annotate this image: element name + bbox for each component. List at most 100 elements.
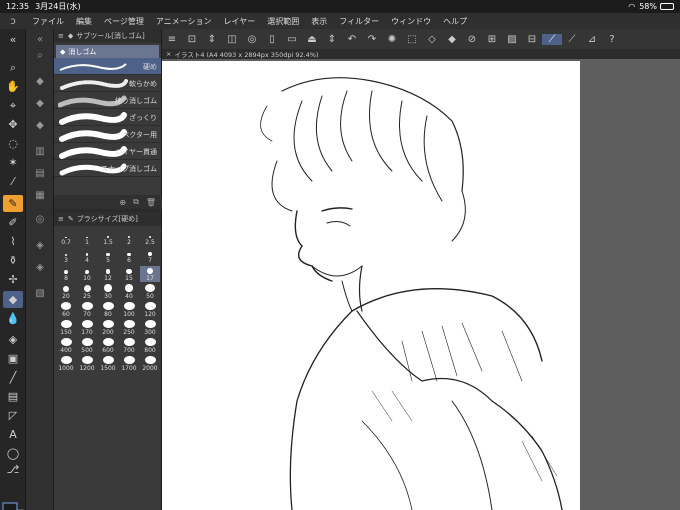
stepper-icon-2[interactable]: ⇕	[322, 34, 342, 45]
menu-window[interactable]: ウィンドウ	[385, 16, 437, 27]
drawing-canvas[interactable]	[162, 61, 580, 510]
correction-icon[interactable]: ⎇	[3, 461, 23, 478]
select-layer-icon[interactable]: ⌖	[3, 97, 23, 114]
menu-layer[interactable]: レイヤー	[218, 16, 262, 27]
brush-size-cell[interactable]: 12	[98, 266, 118, 282]
brush-size-cell[interactable]: 10	[77, 266, 97, 282]
menu-selection[interactable]: 選択範囲	[261, 16, 305, 27]
navigator-icon[interactable]: ▥	[31, 143, 49, 159]
new-file-icon[interactable]: ▯	[262, 34, 282, 45]
zoom-icon[interactable]: ⌕	[3, 59, 23, 76]
stepper-icon[interactable]: ⇕	[202, 34, 222, 45]
subtool-icon-2[interactable]: ◆	[31, 95, 49, 111]
brush-item-soft[interactable]: 軟らかめ	[54, 75, 161, 92]
canvas-workspace[interactable]	[162, 59, 680, 510]
brush-item-rough[interactable]: ざっくり	[54, 109, 161, 126]
brush-icon[interactable]: ⌇	[3, 233, 23, 250]
open-folder-icon[interactable]: ▭	[282, 34, 302, 45]
move-icon[interactable]: ✥	[3, 116, 23, 133]
menu-view[interactable]: 表示	[305, 16, 333, 27]
brush-item-kneaded[interactable]: 練り消しゴム	[54, 92, 161, 109]
brush-size-cell[interactable]: 300	[140, 320, 160, 336]
pressure-icon[interactable]: ⟋	[562, 34, 582, 45]
brush-size-cell[interactable]: 250	[119, 320, 139, 336]
brush-size-cell[interactable]: 700	[119, 338, 139, 354]
help-icon[interactable]: ?	[602, 34, 622, 45]
brush-size-cell[interactable]: 0.7	[56, 230, 76, 246]
invert-selection-icon[interactable]: ▨	[502, 34, 522, 45]
decoration-icon[interactable]: ✢	[3, 271, 23, 288]
brush-size-cell[interactable]: 1.5	[98, 230, 118, 246]
figure-icon[interactable]: ╱	[3, 369, 23, 386]
undo-icon[interactable]: ↶	[342, 34, 362, 45]
brush-size-cell[interactable]: 60	[56, 302, 76, 318]
brush-item-through-layers[interactable]: レイヤー貫通	[54, 143, 161, 160]
eyedropper-icon[interactable]: ⁄	[3, 173, 23, 190]
brush-size-cell[interactable]: 1700	[119, 356, 139, 372]
deselect-icon[interactable]: ⊘	[462, 34, 482, 45]
panel-menu-icon[interactable]: ≡	[58, 215, 64, 223]
snap-icon[interactable]: ⊿	[582, 34, 602, 45]
brush-size-cell[interactable]: 3	[56, 248, 76, 264]
panel-menu-icon[interactable]: ≡	[58, 32, 64, 40]
hand-icon[interactable]: ✋	[3, 78, 23, 95]
brush-size-cell[interactable]: 2.5	[140, 230, 160, 246]
balloon-icon[interactable]: ◯	[3, 445, 23, 462]
brush-size-cell[interactable]: 5	[98, 248, 118, 264]
airbrush-icon[interactable]: ⚱	[3, 252, 23, 269]
brush-size-cell[interactable]: 80	[98, 302, 118, 318]
brush-size-cell[interactable]: 100	[119, 302, 139, 318]
magic-wand-icon[interactable]: ✶	[3, 154, 23, 171]
brush-size-cell[interactable]: 7	[140, 248, 160, 264]
collapse-icon[interactable]: «	[3, 31, 23, 48]
menu-animation[interactable]: アニメーション	[150, 16, 218, 27]
brush-item-vector[interactable]: ベクター用	[54, 126, 161, 143]
clip-studio-logo-icon[interactable]: ↄ	[0, 16, 26, 27]
brush-size-cell[interactable]: 40	[119, 284, 139, 300]
fill-icon[interactable]: ◈	[3, 331, 23, 348]
subtool-icon[interactable]: ◆	[31, 73, 49, 89]
brush-size-cell[interactable]: 500	[77, 338, 97, 354]
brush-size-cell[interactable]: 8	[56, 266, 76, 282]
brush-size-cell[interactable]: 4	[77, 248, 97, 264]
menu-edit[interactable]: 編集	[70, 16, 98, 27]
cloud-icon[interactable]: ◎	[242, 34, 262, 45]
blend-icon[interactable]: 💧	[3, 310, 23, 327]
collapse-panel-icon[interactable]: «	[31, 31, 49, 47]
menu-page[interactable]: ページ管理	[98, 16, 150, 27]
brush-size-cell[interactable]: 400	[56, 338, 76, 354]
delete-subtool-icon[interactable]: 🗑	[146, 198, 156, 207]
color-wheel-icon[interactable]: ◎	[31, 211, 49, 227]
layer-property-icon[interactable]: ▦	[31, 187, 49, 203]
lasso-icon[interactable]: ◌	[3, 135, 23, 152]
brush-size-cell[interactable]: 70	[77, 302, 97, 318]
selection-fill-icon[interactable]: ⊟	[522, 34, 542, 45]
ruler-icon[interactable]: ◸	[3, 407, 23, 424]
gradient-icon[interactable]: ▣	[3, 350, 23, 367]
brush-size-cell[interactable]: 800	[140, 338, 160, 354]
pen-icon[interactable]: ✎	[3, 195, 23, 212]
frame-icon[interactable]: ▤	[3, 388, 23, 405]
menu-filter[interactable]: フィルター	[333, 16, 385, 27]
text-icon[interactable]: A	[3, 426, 23, 443]
save-icon[interactable]: ⏏	[302, 34, 322, 45]
image-icon[interactable]: ▧	[31, 285, 49, 301]
brush-size-cell[interactable]: 120	[140, 302, 160, 318]
fill-layer-icon[interactable]: ◆	[442, 34, 462, 45]
smartphone-icon[interactable]: ◫	[222, 34, 242, 45]
brush-size-cell[interactable]: 20	[56, 284, 76, 300]
tool-property-icon[interactable]: ⌕	[31, 47, 49, 63]
brush-item-snap[interactable]: スナップ消しゴム	[54, 160, 161, 177]
crop-icon[interactable]: ⊞	[482, 34, 502, 45]
brush-size-cell[interactable]: 50	[140, 284, 160, 300]
layer-icon-2[interactable]: ◈	[31, 259, 49, 275]
eraser-icon[interactable]: ◆	[3, 291, 23, 308]
brush-size-cell[interactable]: 1500	[98, 356, 118, 372]
menu-file[interactable]: ファイル	[26, 16, 70, 27]
brush-size-cell[interactable]: 1200	[77, 356, 97, 372]
close-document-icon[interactable]: ×	[166, 50, 171, 58]
brush-size-cell[interactable]: 2	[119, 230, 139, 246]
brush-size-cell[interactable]: 170	[77, 320, 97, 336]
brush-size-cell[interactable]: 150	[56, 320, 76, 336]
new-canvas-icon[interactable]: ⊡	[182, 34, 202, 45]
